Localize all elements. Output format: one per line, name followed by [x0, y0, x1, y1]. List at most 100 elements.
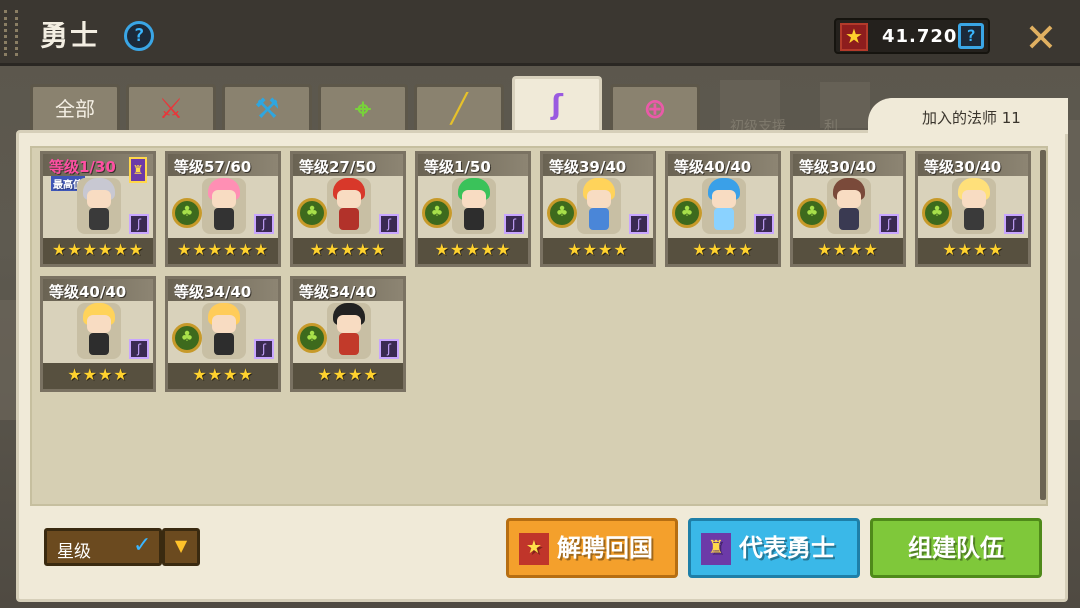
- hero-card[interactable]: 等级40/40 ♣ ʃ★★★★: [665, 151, 781, 267]
- hero-level: 等级1/50: [424, 158, 491, 176]
- hero-face: [87, 190, 111, 208]
- hero-level: 等级57/60: [174, 158, 252, 176]
- build-team-label: 组建队伍: [908, 534, 1004, 562]
- representative-flag-icon: ♜: [129, 157, 147, 183]
- staff-class-icon: ʃ: [254, 214, 274, 234]
- rope-decoration: [4, 10, 18, 56]
- staff-class-icon: ʃ: [379, 339, 399, 359]
- staff-class-icon: ʃ: [379, 214, 399, 234]
- rank-medal-icon: ♣: [422, 198, 452, 228]
- scrollbar[interactable]: [1040, 150, 1046, 500]
- dismiss-button[interactable]: ★ 解聘回国: [506, 518, 678, 578]
- representative-label: 代表勇士: [739, 534, 835, 562]
- sort-order-button[interactable]: ▼: [162, 528, 200, 566]
- sort-dropdown[interactable]: 星级 ✓: [44, 528, 162, 566]
- hero-level: 等级1/30: [49, 158, 116, 176]
- hero-card[interactable]: 等级27/50 ♣ ʃ ★★★★★: [290, 151, 406, 267]
- currency-display: ★ 41.720 ?: [834, 18, 990, 54]
- hero-face: [837, 190, 861, 208]
- hero-face: [962, 190, 986, 208]
- staff-class-icon: ʃ: [629, 214, 649, 234]
- hero-face: [87, 315, 111, 333]
- build-team-button[interactable]: 组建队伍: [870, 518, 1042, 578]
- hero-portrait: [452, 178, 496, 234]
- rank-medal-icon: ♣: [547, 198, 577, 228]
- rank-medal-icon: ♣: [297, 323, 327, 353]
- star-rating: ★★★★★: [434, 240, 512, 259]
- tab-support[interactable]: ⊕: [610, 84, 700, 134]
- hero-face: [462, 190, 486, 208]
- currency-help-icon[interactable]: ?: [958, 23, 984, 49]
- star-bar: ★★★★: [793, 238, 903, 264]
- star-rating: ★★★★: [567, 240, 629, 259]
- staff-class-icon: ʃ: [504, 214, 524, 234]
- joined-mage-count: 加入的法师 11: [922, 109, 1021, 127]
- tab-staff[interactable]: ʃ: [512, 76, 602, 134]
- star-bar: ★★★★: [668, 238, 778, 264]
- hero-portrait: [952, 178, 996, 234]
- hero-card[interactable]: 等级34/40 ♣ ʃ ★★★★: [290, 276, 406, 392]
- hero-body: [89, 333, 109, 355]
- help-icon[interactable]: ?: [124, 21, 154, 51]
- hero-face: [212, 190, 236, 208]
- rank-medal-icon: ♣: [297, 198, 327, 228]
- hero-card[interactable]: 等级40/40♣ʃ★★★★: [40, 276, 156, 392]
- star-bar: ★★★★★★: [43, 238, 153, 264]
- checkmark-icon: ✓: [133, 533, 152, 558]
- star-rating: ★★★★: [692, 240, 754, 259]
- staff-class-icon: ʃ: [754, 214, 774, 234]
- hero-level: 等级30/40: [924, 158, 1002, 176]
- star-bar: ★★★★★: [293, 238, 403, 264]
- hero-card[interactable]: 等级30/40 ♣ ʃ ★★★★: [915, 151, 1031, 267]
- star-bar: ★★★★: [918, 238, 1028, 264]
- star-bar: ★★★★: [543, 238, 653, 264]
- hero-level: 等级30/40: [799, 158, 877, 176]
- hero-level: 等级27/50: [299, 158, 377, 176]
- tab-bow[interactable]: ⌖: [318, 84, 408, 134]
- hero-body: [214, 208, 234, 230]
- hero-card[interactable]: 等级34/40 ♣ ʃ ★★★★: [165, 276, 281, 392]
- hero-portrait: [77, 178, 121, 234]
- banner-icon: ♜: [701, 533, 731, 565]
- hero-card[interactable]: 等级57/60 ♣ ʃ ★★★★★★: [165, 151, 281, 267]
- hero-body: [339, 208, 359, 230]
- rank-medal-icon: ♣: [797, 198, 827, 228]
- star-bar: ★★★★★: [418, 238, 528, 264]
- hero-body: [589, 208, 609, 230]
- star-rating: ★★★★★: [309, 240, 387, 259]
- tab-hammer[interactable]: ⚒: [222, 84, 312, 134]
- tab-sword[interactable]: ⚔: [126, 84, 216, 134]
- hero-card[interactable]: 等级39/40 ♣ ʃ ★★★★: [540, 151, 656, 267]
- hero-body: [464, 208, 484, 230]
- hero-portrait: [327, 178, 371, 234]
- hero-body: [839, 208, 859, 230]
- hero-level: 等级40/40: [674, 158, 752, 176]
- hero-portrait: [702, 178, 746, 234]
- staff-icon: ʃ: [551, 88, 563, 121]
- star-rating: ★★★★: [67, 365, 129, 384]
- hero-card[interactable]: 等级1/50 ♣ ʃ ★★★★★: [415, 151, 531, 267]
- rank-medal-icon: ♣: [922, 198, 952, 228]
- star-rating: ★★★★: [817, 240, 879, 259]
- hero-card[interactable]: 等级1/30 最高值 ♜ ʃ ★★★★★★: [40, 151, 156, 267]
- support-icon: ⊕: [643, 92, 667, 125]
- hero-level: 等级40/40: [49, 283, 127, 301]
- sword-icon: ⚔: [158, 92, 184, 125]
- hero-face: [712, 190, 736, 208]
- staff-class-icon: ʃ: [879, 214, 899, 234]
- staff-class-icon: ʃ: [1004, 214, 1024, 234]
- star-medal-icon: ★: [840, 23, 868, 51]
- representative-button[interactable]: ♜ 代表勇士: [688, 518, 860, 578]
- sort-label: 星级: [57, 542, 91, 562]
- hero-card[interactable]: 等级30/40 ♣ ʃ ★★★★: [790, 151, 906, 267]
- hero-body: [89, 208, 109, 230]
- hero-portrait: [577, 178, 621, 234]
- close-button[interactable]: ✕: [1018, 11, 1064, 60]
- tab-gun[interactable]: ╱: [414, 84, 504, 134]
- tab-all[interactable]: 全部: [30, 84, 120, 134]
- hero-level: 等级34/40: [174, 283, 252, 301]
- currency-amount: 41.720: [882, 26, 958, 47]
- rank-medal-icon: ♣: [672, 198, 702, 228]
- chevron-down-icon: ▼: [174, 536, 188, 555]
- bow-icon: ⌖: [355, 92, 371, 125]
